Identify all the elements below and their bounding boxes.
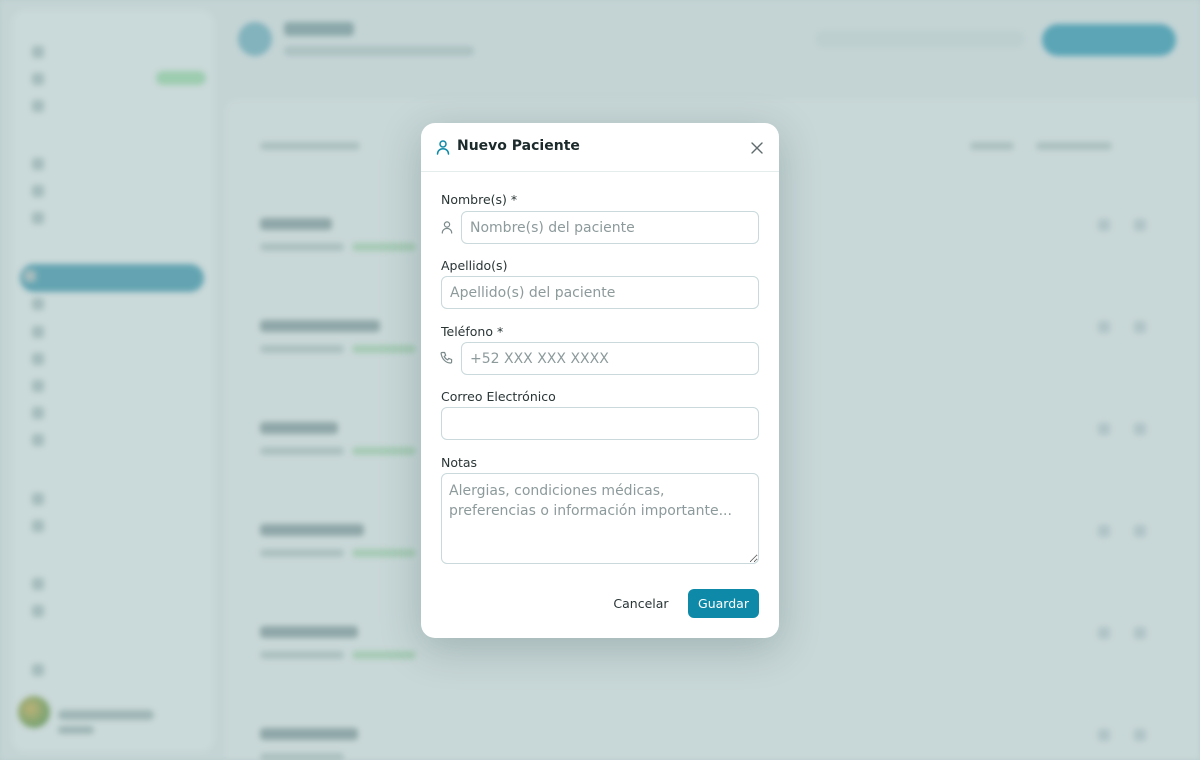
cancel-button[interactable]: Cancelar — [605, 589, 677, 618]
notes-label: Notas — [441, 455, 478, 470]
save-button[interactable]: Guardar — [688, 589, 759, 618]
phone-icon — [440, 351, 453, 364]
first-name-label: Nombre(s) * — [441, 192, 518, 207]
dialog-title: Nuevo Paciente — [457, 138, 580, 154]
dialog-header: Nuevo Paciente — [421, 123, 779, 172]
last-name-label: Apellido(s) — [441, 258, 508, 273]
user-icon — [436, 140, 450, 155]
first-name-input[interactable] — [461, 211, 759, 244]
phone-label: Teléfono * — [441, 324, 504, 339]
email-label: Correo Electrónico — [441, 389, 556, 404]
last-name-input[interactable] — [441, 276, 759, 309]
close-button[interactable] — [747, 138, 767, 158]
new-patient-dialog: Nuevo Paciente Nombre(s) * Apellido(s) T… — [421, 123, 779, 638]
user-icon — [441, 221, 453, 234]
close-icon — [751, 142, 763, 154]
notes-textarea[interactable] — [441, 473, 759, 564]
email-input[interactable] — [441, 407, 759, 440]
phone-input[interactable] — [461, 342, 759, 375]
